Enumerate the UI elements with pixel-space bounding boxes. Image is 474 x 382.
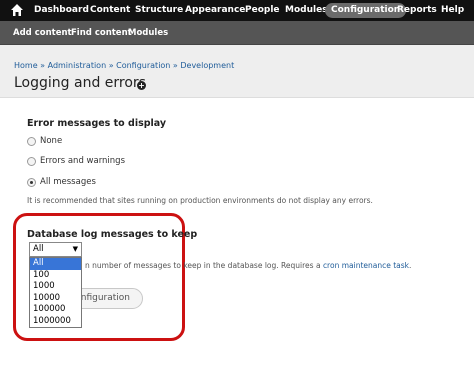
shortcut-find-content[interactable]: Find content — [71, 21, 132, 45]
plus-icon[interactable]: + — [137, 81, 146, 90]
toolbar-item-content[interactable]: Content — [90, 0, 130, 21]
db-log-label: Database log messages to keep — [27, 229, 198, 240]
toolbar-item-people[interactable]: People — [245, 0, 280, 21]
admin-toolbar: Dashboard Content Structure Appearance P… — [0, 0, 474, 21]
radio-button[interactable] — [27, 137, 36, 146]
dropdown-option[interactable]: 10000 — [30, 293, 81, 305]
toolbar-item-modules[interactable]: Modules — [285, 0, 328, 21]
radio-label: None — [40, 136, 63, 146]
shortcut-add-content[interactable]: Add content — [13, 21, 72, 45]
toolbar-item-dashboard[interactable]: Dashboard — [34, 0, 89, 21]
cron-maintenance-link[interactable]: cron maintenance task — [323, 261, 409, 270]
toolbar-item-structure[interactable]: Structure — [135, 0, 183, 21]
shortcut-modules[interactable]: Modules — [128, 21, 168, 45]
dropdown-option[interactable]: 100 — [30, 270, 81, 282]
toolbar-item-configuration[interactable]: Configuration — [325, 3, 407, 18]
db-log-description: n number of messages to keep in the data… — [85, 261, 411, 270]
toolbar-item-reports[interactable]: Reports — [397, 0, 437, 21]
radio-label: Errors and warnings — [40, 156, 126, 166]
shortcut-bar: Add content Find content Modules — [0, 21, 474, 45]
radio-button-checked[interactable] — [27, 178, 36, 187]
db-log-description-end: . — [409, 261, 412, 270]
dropdown-option[interactable]: All — [30, 258, 81, 270]
error-display-description: It is recommended that sites running on … — [27, 196, 373, 205]
dropdown-option[interactable]: 1000 — [30, 281, 81, 293]
db-log-select[interactable]: All ▼ — [29, 242, 82, 257]
dropdown-arrow-icon: ▼ — [72, 245, 78, 253]
page-title: Logging and errors — [14, 75, 146, 91]
radio-label: All messages — [40, 177, 96, 187]
toolbar-item-appearance[interactable]: Appearance — [185, 0, 245, 21]
db-log-select-value: All — [33, 244, 44, 254]
db-log-dropdown-list[interactable]: All 100 1000 10000 100000 1000000 — [29, 257, 82, 328]
db-log-description-text: n number of messages to keep in the data… — [85, 261, 323, 270]
page-header: Home » Administration » Configuration » … — [0, 45, 474, 98]
radio-button[interactable] — [27, 157, 36, 166]
error-display-label: Error messages to display — [27, 118, 167, 129]
dropdown-option[interactable]: 100000 — [30, 304, 81, 316]
breadcrumb[interactable]: Home » Administration » Configuration » … — [14, 61, 234, 70]
home-icon[interactable] — [10, 3, 24, 17]
dropdown-option[interactable]: 1000000 — [30, 316, 81, 328]
toolbar-item-help[interactable]: Help — [441, 0, 464, 21]
